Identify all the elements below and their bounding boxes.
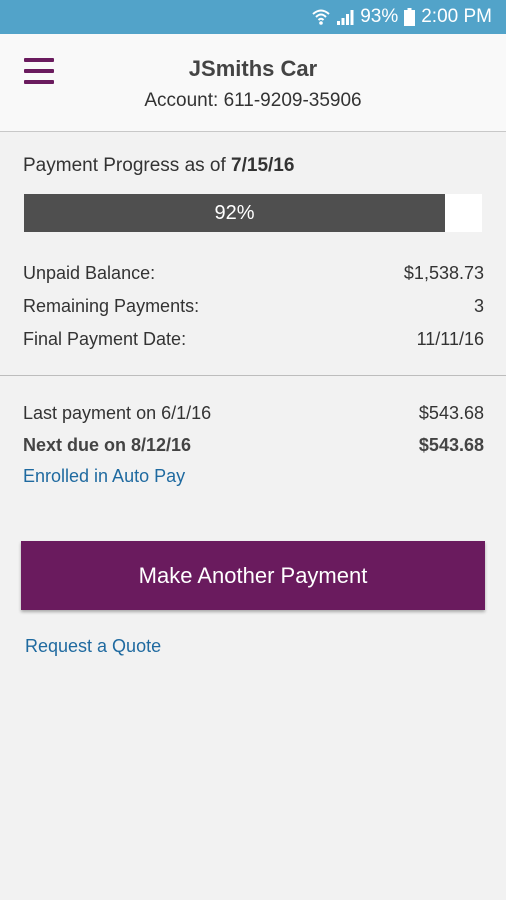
remaining-payments-label: Remaining Payments: [23,296,200,316]
last-payment-label: Last payment on 6/1/16 [23,403,212,423]
last-payment-amount: $543.68 [418,403,484,423]
make-another-payment-button[interactable]: Make Another Payment [21,541,485,610]
signal-icon [336,9,354,25]
status-bar: 93% 2:00 PM [0,0,506,34]
unpaid-balance-label: Unpaid Balance: [23,263,156,283]
battery-icon [404,8,416,26]
final-payment-row: Final Payment Date: 11/11/16 [23,329,484,350]
final-payment-value: 11/11/16 [416,329,484,349]
page-title: JSmiths Car [188,56,318,81]
remaining-payments-row: Remaining Payments: 3 [23,296,484,317]
app-header: JSmiths Car Account: 611-9209-35906 [0,34,506,132]
auto-pay-link[interactable]: Enrolled in Auto Pay [23,466,185,487]
next-due-label: Next due on 8/12/16 [23,435,192,455]
request-quote-link[interactable]: Request a Quote [25,636,161,657]
clock: 2:00 PM [421,6,492,27]
unpaid-balance-row: Unpaid Balance: $1,538.73 [23,263,484,284]
remaining-payments-value: 3 [473,296,484,316]
progress-date: 7/15/16 [231,155,295,176]
last-payment-row: Last payment on 6/1/16 $543.68 [23,403,484,424]
next-due-row: Next due on 8/12/16 $543.68 [23,435,484,456]
wifi-icon [312,9,330,25]
final-payment-label: Final Payment Date: [23,329,187,349]
payment-progress-section: Payment Progress as of 7/15/16 92% Unpai… [0,133,506,376]
progress-title: Payment Progress as of 7/15/16 [23,155,294,177]
battery-percent: 93% [360,6,399,27]
account-number: Account: 611-9209-35906 [144,90,362,111]
unpaid-balance-value: $1,538.73 [403,263,484,283]
progress-percent-label: 92% [214,202,255,224]
next-due-amount: $543.68 [418,435,484,455]
progress-title-prefix: Payment Progress as of [23,155,226,176]
